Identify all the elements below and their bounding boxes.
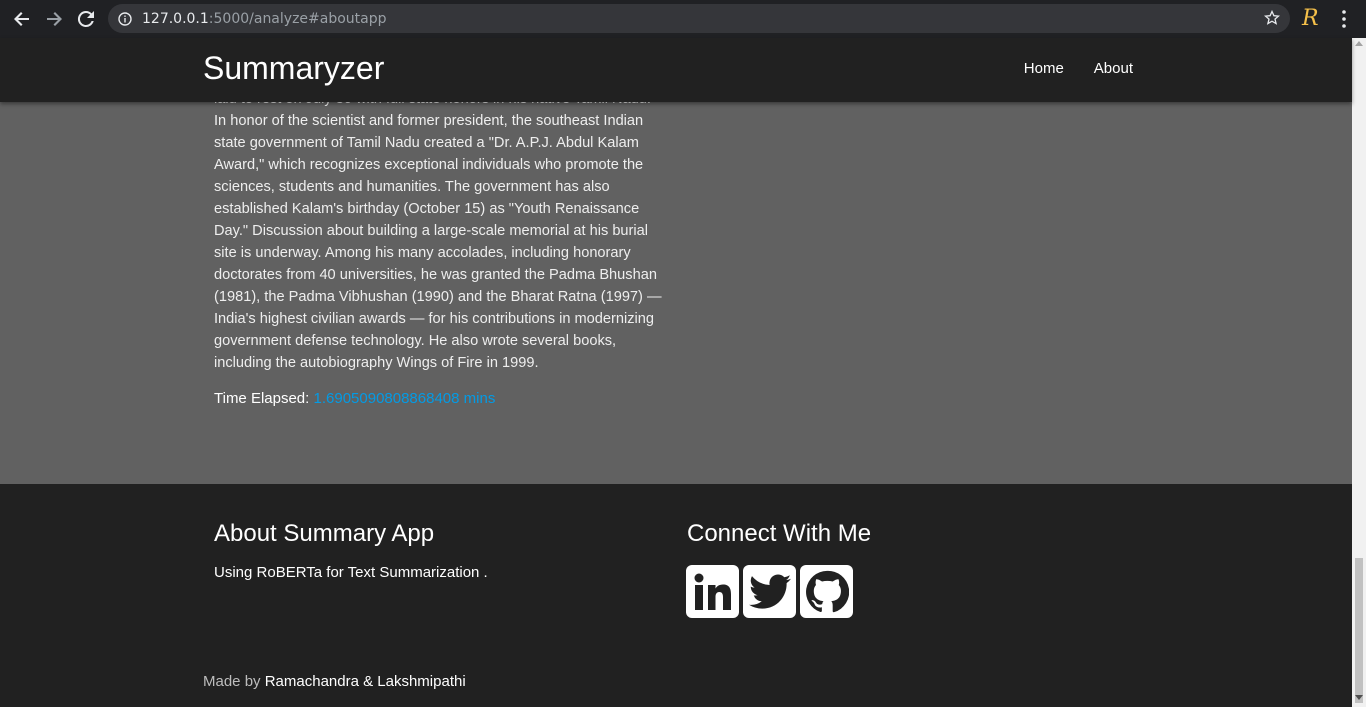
connect-title: Connect With Me [687,520,872,547]
about-app-title: About Summary App [214,520,435,547]
scroll-down-arrow-icon[interactable] [1355,695,1363,700]
summary-paragraph: In honor of the scientist and former pre… [214,113,662,371]
time-elapsed-value: 1.6905090808868408 mins [313,390,496,407]
github-icon[interactable] [800,565,853,618]
nav-links: Home About [1024,60,1133,77]
address-bar[interactable]: 127.0.0.1:5000/analyze#aboutapp [108,4,1290,33]
reload-icon [77,10,94,27]
site-navbar: Summaryzer Home About [0,38,1352,102]
url-text: 127.0.0.1:5000/analyze#aboutapp [142,10,387,27]
page-footer: About Summary App Using RoBERTa for Text… [0,484,1352,707]
about-app-text: Using RoBERTa for Text Summarization . [214,564,488,581]
page-scrollbar[interactable] [1352,38,1366,707]
arrow-right-icon [47,12,62,26]
back-button[interactable] [6,3,38,35]
made-by-names[interactable]: Ramachandra & Lakshmipathi [265,673,466,690]
info-icon [118,11,132,26]
arrow-left-icon [14,12,29,26]
forward-button[interactable] [38,3,70,35]
brand-logo[interactable]: Summaryzer [203,50,384,87]
nav-about-link[interactable]: About [1094,60,1133,77]
social-links [686,565,853,618]
menu-dots-icon[interactable] [1336,9,1352,34]
scroll-up-arrow-icon[interactable] [1355,41,1363,46]
made-by-prefix: Made by [203,673,261,690]
time-elapsed-label: Time Elapsed: [214,390,310,407]
twitter-icon[interactable] [743,565,796,618]
reload-button[interactable] [70,3,102,35]
nav-home-link[interactable]: Home [1024,60,1064,77]
summary-text: laid to rest on July 30 with full state … [214,88,669,374]
browser-toolbar: 127.0.0.1:5000/analyze#aboutapp R [0,0,1366,38]
time-elapsed: Time Elapsed: 1.6905090808868408 mins [214,390,495,407]
bookmark-star-icon[interactable] [1263,9,1281,31]
linkedin-icon[interactable] [686,565,739,618]
extension-icon[interactable]: R [1302,6,1324,32]
made-by: Made by Ramachandra & Lakshmipathi [203,673,466,690]
scroll-thumb[interactable] [1355,558,1363,703]
